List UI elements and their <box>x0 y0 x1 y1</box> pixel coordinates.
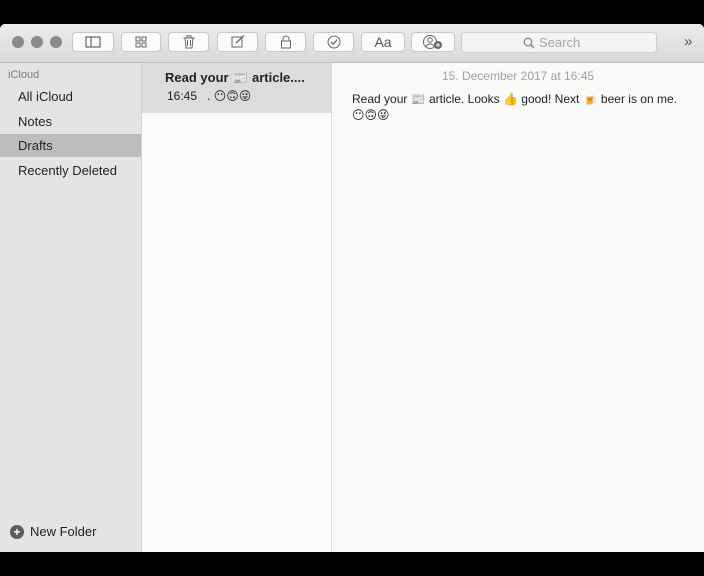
sidebar: iCloud All iCloud Notes Drafts Recently … <box>0 63 142 552</box>
zoom-window-button[interactable] <box>50 36 62 48</box>
toggle-sidebar-button[interactable] <box>72 32 114 52</box>
add-people-button[interactable] <box>411 32 455 52</box>
search-input[interactable] <box>539 35 595 50</box>
close-window-button[interactable] <box>12 36 24 48</box>
format-button[interactable]: Aa <box>361 32 405 52</box>
minimize-window-button[interactable] <box>31 36 43 48</box>
sidebar-section-header: iCloud <box>8 69 40 81</box>
checkmark-circle-icon <box>327 35 340 49</box>
toolbar-overflow-button[interactable]: » <box>684 33 692 50</box>
lock-note-button[interactable] <box>265 32 306 52</box>
note-date: 15. December 2017 at 16:45 <box>441 69 595 83</box>
sidebar-item-drafts[interactable]: Drafts <box>0 134 141 157</box>
note-title: Read your 📰 article.... <box>165 70 305 85</box>
notes-list: Read your 📰 article.... 16:45 . 😶🙃😜 <box>142 63 332 552</box>
sidebar-item-notes[interactable]: Notes <box>0 110 141 133</box>
sidebar-item-recently-deleted[interactable]: Recently Deleted <box>0 159 141 182</box>
compose-icon <box>231 35 244 48</box>
list-item[interactable]: Read your 📰 article.... 16:45 . 😶🙃😜 <box>142 63 331 113</box>
new-note-button[interactable] <box>217 32 258 52</box>
search-icon <box>523 37 535 49</box>
trash-icon <box>183 35 194 49</box>
toolbar: Aa » <box>0 24 704 63</box>
format-button-label: Aa <box>374 34 392 50</box>
grid-icon <box>135 36 147 48</box>
notes-window: Aa » iCloud All iCloud Notes Drafts Rece… <box>0 24 704 552</box>
gallery-view-button[interactable] <box>121 32 161 52</box>
note-preview-text: . 😶🙃😜 <box>207 89 252 103</box>
lock-icon <box>280 35 291 49</box>
sidebar-item-all-icloud[interactable]: All iCloud <box>0 85 141 108</box>
note-body[interactable]: Read your 📰 article. Looks 👍 good! Next … <box>352 91 692 123</box>
new-folder-label: New Folder <box>30 524 97 539</box>
delete-note-button[interactable] <box>168 32 209 52</box>
note-time: 16:45 <box>167 89 198 103</box>
plus-circle-icon: + <box>10 524 24 539</box>
note-editor[interactable]: 15. December 2017 at 16:45 Read your 📰 a… <box>332 63 704 552</box>
checklist-button[interactable] <box>313 32 354 52</box>
note-preview: 16:45 . 😶🙃😜 <box>167 89 251 103</box>
search-field[interactable] <box>461 32 657 53</box>
new-folder-button[interactable]: + New Folder <box>10 524 96 539</box>
add-people-icon <box>423 35 442 49</box>
sidebar-icon <box>85 36 101 48</box>
